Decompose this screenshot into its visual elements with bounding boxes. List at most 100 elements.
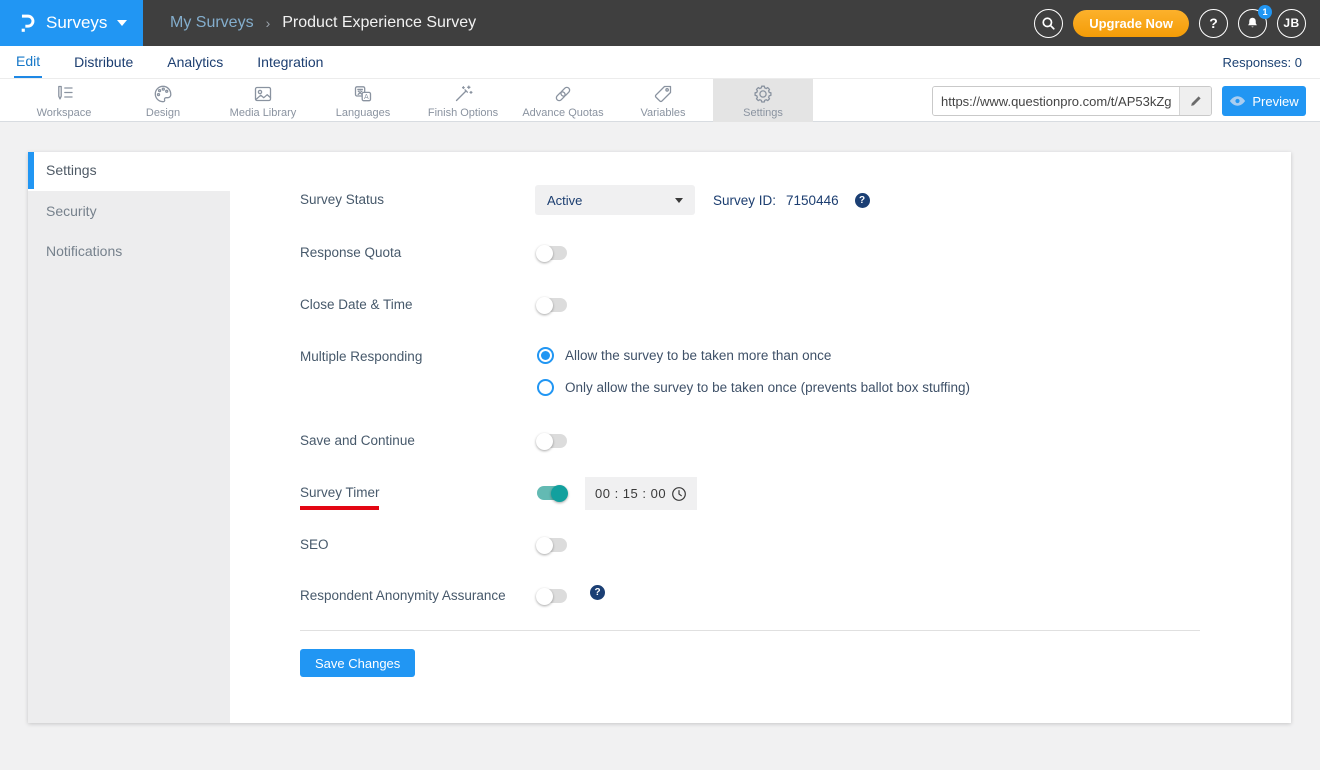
workspace-icon [52,82,76,106]
toolbar-label: Workspace [36,107,92,119]
form-divider [300,630,1200,631]
search-button[interactable] [1034,8,1064,38]
respondent-anonymity-toggle[interactable] [536,587,567,605]
multiple-responding-label: Multiple Responding [300,349,423,364]
responses-count: Responses: 0 [1222,54,1303,70]
toggle-knob [536,296,553,314]
survey-url-group [932,86,1212,116]
seo-toggle[interactable] [536,536,567,554]
notifications-button[interactable]: 1 [1238,4,1272,38]
toolbar-item-finish-options[interactable]: Finish Options [413,79,513,122]
toolbar-item-variables[interactable]: Variables [613,79,713,122]
respondent-anonymity-help-icon[interactable]: ? [590,585,605,600]
survey-status-value: Active [547,192,583,208]
edit-toolbar: Workspace Design Media Library A Languag… [0,78,1320,122]
pencil-icon [1189,94,1203,108]
seo-label: SEO [300,537,329,552]
toolbar-label: Media Library [229,107,297,119]
response-quota-label: Response Quota [300,245,402,260]
avatar-initials: JB [1283,16,1300,30]
toolbar-item-settings[interactable]: Settings [713,79,813,122]
toggle-knob [536,536,553,554]
survey-timer-annotation-underline [300,506,379,510]
image-icon [251,82,275,106]
settings-card: Settings Security Notifications Survey S… [28,152,1291,723]
breadcrumb-current-survey: Product Experience Survey [282,14,477,31]
toolbar-label: Languages [335,107,391,119]
toolbar-item-languages[interactable]: A Languages [313,79,413,122]
toggle-knob [551,484,568,502]
product-switcher[interactable]: Surveys [0,0,143,46]
close-date-time-label: Close Date & Time [300,297,413,312]
survey-status-dropdown[interactable]: Active [535,185,695,215]
chevron-down-icon [675,197,683,203]
survey-id-value: 7150446 [786,192,839,208]
sidebar-item-security[interactable]: Security [28,191,230,231]
tag-icon [651,82,675,106]
multiple-responding-option-2[interactable]: Only allow the survey to be taken once (… [537,379,970,396]
save-and-continue-label: Save and Continue [300,433,415,448]
radio-option-label: Allow the survey to be taken more than o… [565,348,832,363]
edit-url-button[interactable] [1179,87,1211,115]
toolbar-item-workspace[interactable]: Workspace [14,79,114,122]
respondent-anonymity-label: Respondent Anonymity Assurance [300,588,506,603]
toolbar-item-media-library[interactable]: Media Library [213,79,313,122]
survey-id-help-icon[interactable]: ? [854,192,870,208]
survey-nav-tabs: Edit Distribute Analytics Integration Re… [0,46,1320,78]
save-changes-button[interactable]: Save Changes [300,649,416,677]
toolbar-label: Advance Quotas [522,107,604,119]
survey-timer-duration-field[interactable]: 00 : 15 : 00 [585,477,697,510]
save-and-continue-toggle[interactable] [536,432,567,450]
toolbar-label: Variables [640,107,686,119]
tab-integration[interactable]: Integration [255,46,325,78]
survey-timer-toggle[interactable] [537,484,568,502]
help-button[interactable]: ? [1199,8,1228,38]
tab-distribute[interactable]: Distribute [72,46,135,78]
toggle-knob [536,432,553,450]
radio-unselected-icon [537,379,554,396]
header-actions: Upgrade Now ? 1 JB [1034,0,1306,46]
survey-status-row: Active Survey ID: 7150446 ? [535,185,870,215]
multiple-responding-option-1[interactable]: Allow the survey to be taken more than o… [537,347,831,364]
tab-edit[interactable]: Edit [14,46,43,78]
chevron-down-icon [117,20,128,26]
link-icon [551,82,575,106]
notification-count-badge: 1 [1258,4,1272,19]
product-name: Surveys [46,13,108,32]
breadcrumb: My Surveys › Product Experience Survey [170,0,476,46]
toolbar-label: Settings [743,107,783,119]
questionpro-logo-icon [16,11,38,35]
toolbar-label: Finish Options [427,107,499,119]
question-mark-icon: ? [1209,15,1218,31]
sidebar-item-notifications[interactable]: Notifications [28,231,230,271]
close-date-time-toggle[interactable] [536,296,567,314]
gear-icon [751,82,775,106]
survey-id-label: Survey ID: [713,192,777,208]
survey-timer-value: 00 : 15 : 00 [595,486,667,501]
toggle-knob [536,587,553,605]
palette-icon [151,82,175,106]
svg-text:A: A [364,94,369,101]
settings-sidebar: Settings Security Notifications [28,152,230,723]
toolbar-label: Design [145,107,181,119]
tab-analytics[interactable]: Analytics [165,46,225,78]
sidebar-item-settings[interactable]: Settings [28,152,230,189]
response-quota-toggle[interactable] [536,244,567,262]
breadcrumb-separator: › [265,15,271,31]
translate-icon: A [351,82,375,106]
survey-url-input[interactable] [933,87,1179,115]
upgrade-now-button[interactable]: Upgrade Now [1073,9,1189,37]
preview-button[interactable]: Preview [1222,86,1306,116]
survey-status-label: Survey Status [300,192,385,207]
toolbar-item-design[interactable]: Design [113,79,213,122]
sidebar-background: Security Notifications [28,191,230,723]
breadcrumb-my-surveys[interactable]: My Surveys [170,14,254,32]
preview-label: Preview [1252,93,1299,109]
app-header: Surveys My Surveys › Product Experience … [0,0,1320,46]
survey-timer-label: Survey Timer [300,485,380,500]
toolbar-item-advance-quotas[interactable]: Advance Quotas [513,79,613,122]
user-avatar[interactable]: JB [1277,8,1306,38]
bell-icon [1245,15,1260,31]
clock-icon [671,486,687,502]
app-root: Surveys My Surveys › Product Experience … [0,0,1320,770]
